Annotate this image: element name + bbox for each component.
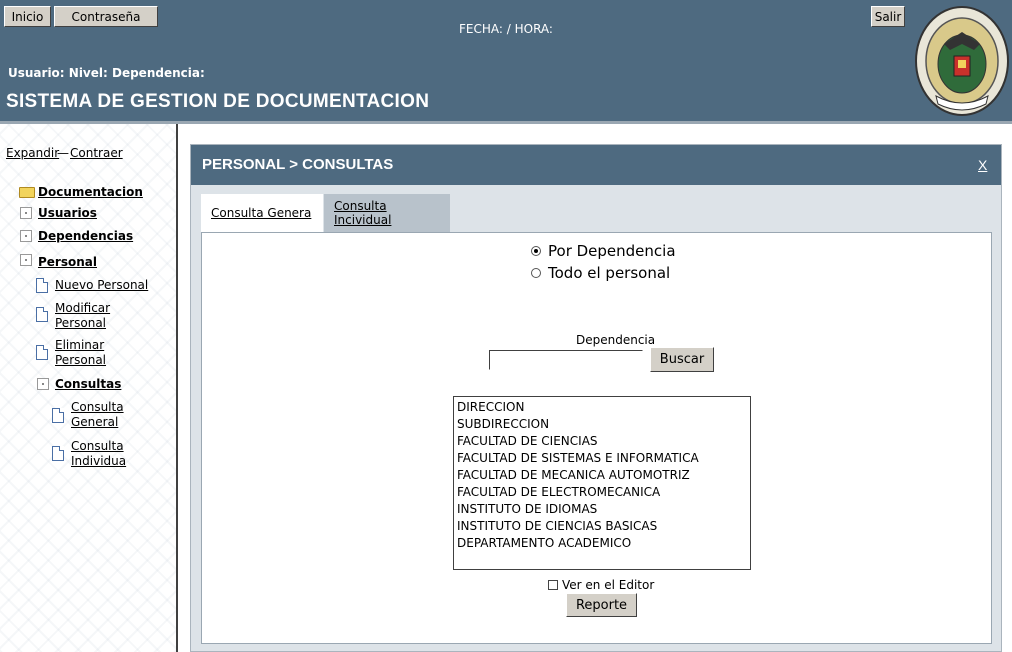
list-item[interactable]: FACULTAD DE SISTEMAS E INFORMATICA — [457, 450, 747, 467]
salir-button[interactable]: Salir — [871, 6, 905, 27]
document-icon — [36, 345, 48, 360]
sidebar-item-personal[interactable]: Personal — [38, 255, 97, 270]
document-icon — [52, 408, 64, 423]
ver-editor-label: Ver en el Editor — [562, 578, 655, 592]
dependencia-input[interactable] — [489, 350, 643, 370]
document-icon — [36, 307, 48, 322]
list-item[interactable]: FACULTAD DE ELECTROMECANICA — [457, 484, 747, 501]
reporte-button[interactable]: Reporte — [566, 593, 637, 617]
tab-consulta-general[interactable]: Consulta Genera — [201, 194, 323, 232]
tree-node-icon — [20, 254, 32, 266]
ver-editor-checkbox[interactable] — [548, 580, 558, 590]
radio-label: Todo el personal — [548, 264, 671, 282]
tree-node-icon — [37, 378, 49, 390]
sidebar-item-dependencias[interactable]: Dependencias — [38, 229, 133, 244]
document-icon — [52, 446, 64, 461]
radio-checked-icon[interactable] — [531, 246, 541, 256]
system-title: SISTEMA DE GESTION DE DOCUMENTACION — [6, 91, 430, 112]
date-time-label: FECHA: / HORA: — [459, 22, 553, 36]
sidebar: Expandir — Contraer Documentacion Usuari… — [0, 124, 176, 652]
panel-title: PERSONAL > CONSULTAS — [202, 156, 394, 173]
list-item[interactable]: INSTITUTO DE IDIOMAS — [457, 501, 747, 518]
list-item[interactable]: DEPARTAMENTO ACADEMICO — [457, 535, 747, 552]
expand-collapse-separator: — — [57, 146, 69, 160]
collapse-link[interactable]: Contraer — [70, 146, 123, 161]
inicio-button[interactable]: Inicio — [4, 6, 51, 27]
tab-consulta-individual[interactable]: Consulta Incividual — [324, 194, 450, 232]
list-item[interactable]: SUBDIRECCION — [457, 416, 747, 433]
sidebar-item-eliminar-personal[interactable]: Eliminar Personal — [55, 338, 125, 368]
app-header: Inicio Contraseña FECHA: / HORA: Salir U… — [0, 0, 1012, 121]
expand-link[interactable]: Expandir — [6, 146, 59, 161]
radio-unchecked-icon[interactable] — [531, 268, 541, 278]
list-item[interactable]: INSTITUTO DE CIENCIAS BASICAS — [457, 518, 747, 535]
radio-por-dependencia[interactable]: Por Dependencia — [531, 242, 676, 260]
sidebar-item-usuarios[interactable]: Usuarios — [38, 206, 97, 221]
tree-node-icon — [20, 207, 32, 219]
dependencia-listbox[interactable]: DIRECCION SUBDIRECCION FACULTAD DE CIENC… — [453, 396, 751, 570]
sidebar-item-consultas[interactable]: Consultas — [55, 377, 121, 392]
sidebar-item-consulta-individual[interactable]: Consulta Individua — [71, 439, 131, 469]
list-item[interactable]: FACULTAD DE CIENCIAS — [457, 433, 747, 450]
institution-seal-icon — [915, 6, 1009, 116]
radio-todo-personal[interactable]: Todo el personal — [531, 264, 670, 282]
tree-node-icon — [20, 230, 32, 242]
buscar-button[interactable]: Buscar — [650, 347, 714, 372]
main-panel: PERSONAL > CONSULTAS X Consulta Genera C… — [190, 144, 1002, 652]
document-icon — [36, 278, 48, 293]
ver-editor-row[interactable]: Ver en el Editor — [548, 578, 654, 592]
folder-open-icon — [19, 187, 35, 198]
panel-header: PERSONAL > CONSULTAS X — [191, 145, 1001, 185]
sidebar-item-modificar-personal[interactable]: Modificar Personal — [55, 301, 150, 331]
dependencia-label: Dependencia — [576, 333, 656, 347]
sidebar-divider — [176, 124, 181, 652]
radio-label: Por Dependencia — [548, 242, 676, 260]
close-button[interactable]: X — [978, 157, 987, 173]
list-item[interactable]: FACULTAD DE MECANICA AUTOMOTRIZ — [457, 467, 747, 484]
sidebar-item-nuevo-personal[interactable]: Nuevo Personal — [55, 278, 148, 293]
user-info-line: Usuario: Nivel: Dependencia: — [8, 66, 205, 80]
consulta-form: Por Dependencia Todo el personal Depende… — [201, 232, 992, 644]
contrasena-button[interactable]: Contraseña — [54, 6, 158, 27]
list-item[interactable]: DIRECCION — [457, 399, 747, 416]
sidebar-item-documentacion[interactable]: Documentacion — [38, 185, 143, 200]
sidebar-item-consulta-general[interactable]: Consulta General — [71, 400, 131, 430]
